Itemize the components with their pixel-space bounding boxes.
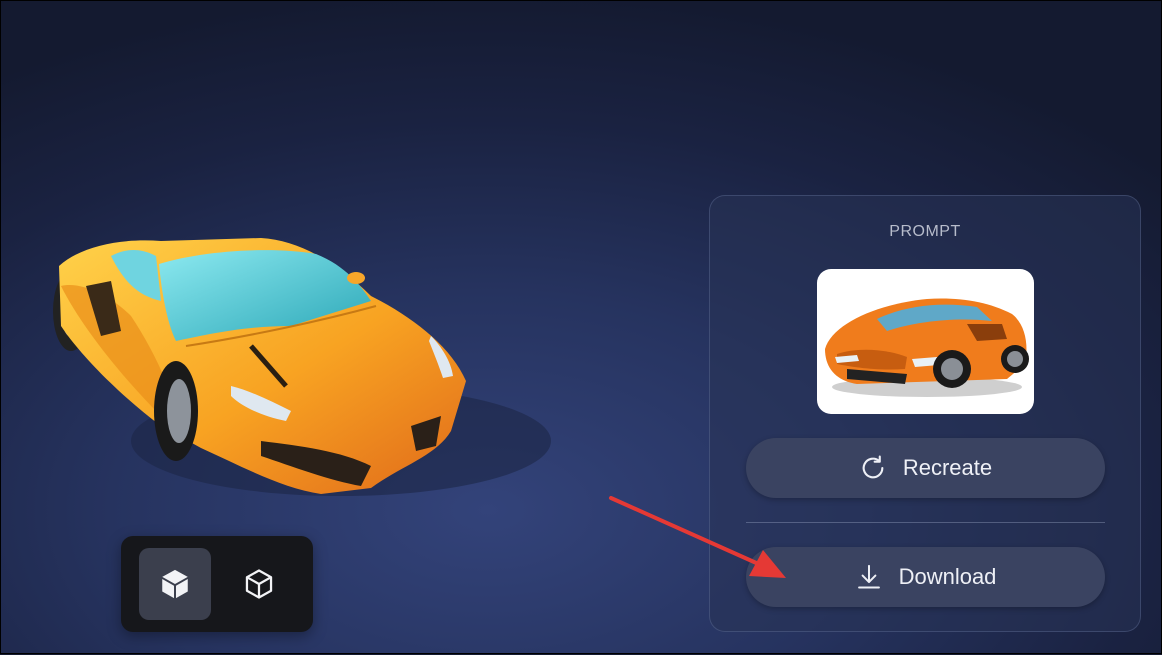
car-3d-model[interactable] [41, 226, 561, 526]
download-label: Download [898, 564, 997, 589]
solid-cube-icon [162, 569, 188, 599]
divider [746, 522, 1105, 523]
sports-car-image [825, 298, 1029, 397]
prompt-panel: PROMPT Recreate Download [709, 195, 1141, 632]
download-button[interactable]: Download [746, 547, 1105, 607]
view-mode-toggle [121, 536, 313, 632]
refresh-icon [859, 454, 887, 482]
solid-view-button[interactable] [139, 548, 211, 620]
wireframe-cube-icon [245, 569, 273, 599]
download-icon [855, 563, 883, 591]
recreate-button[interactable]: Recreate [746, 438, 1105, 498]
wireframe-view-button[interactable] [223, 548, 295, 620]
recreate-label: Recreate [902, 455, 993, 480]
prompt-thumbnail [817, 269, 1034, 414]
panel-title: PROMPT [889, 223, 961, 240]
